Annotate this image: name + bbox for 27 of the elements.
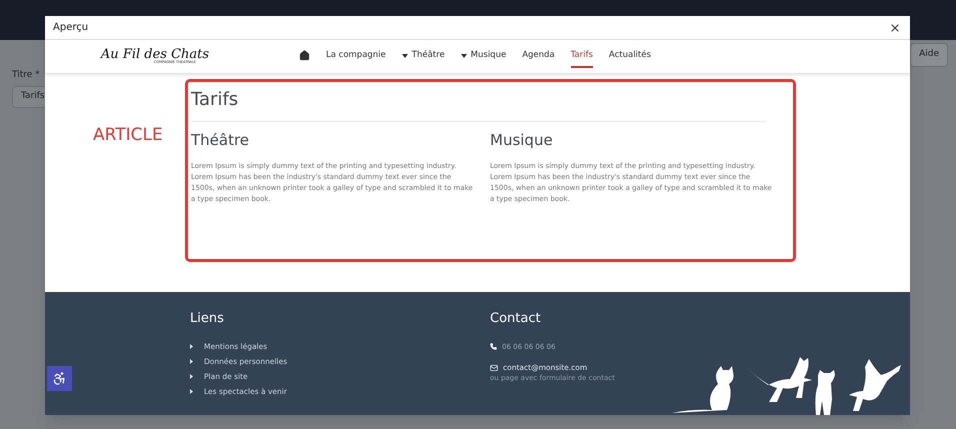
nav-dropdown[interactable]: Théâtre (402, 45, 445, 68)
accessibility-button[interactable] (47, 366, 72, 391)
help-button[interactable]: Aide (910, 43, 948, 66)
nav-dropdown[interactable]: Musique (460, 45, 506, 68)
wheelchair-icon (52, 371, 67, 386)
section-heading: Musique (490, 130, 554, 150)
nav-link[interactable]: Agenda (522, 45, 555, 68)
article-annotation: ARTICLE (93, 124, 164, 147)
mail-icon (490, 364, 498, 372)
article-title: Tarifs (191, 89, 240, 112)
modal-title: Aperçu (53, 21, 88, 35)
home-icon (299, 50, 310, 61)
section-heading: Théâtre (191, 130, 250, 150)
caret-icon (190, 374, 193, 380)
nav-link[interactable]: Actualités (608, 45, 651, 68)
caret-icon (190, 344, 193, 349)
field-label: Titre * (12, 68, 41, 82)
footer-heading: Liens (190, 310, 225, 328)
caret-icon (402, 54, 408, 58)
phone-icon (490, 343, 497, 350)
nav-link[interactable]: Tarifs (570, 45, 593, 68)
caret-icon (190, 358, 193, 364)
nav-link[interactable]: La compagnie (326, 45, 386, 68)
caret-icon (190, 389, 193, 394)
footer-heading: Contact (490, 310, 542, 328)
caret-icon (460, 54, 467, 58)
close-icon (889, 22, 901, 34)
